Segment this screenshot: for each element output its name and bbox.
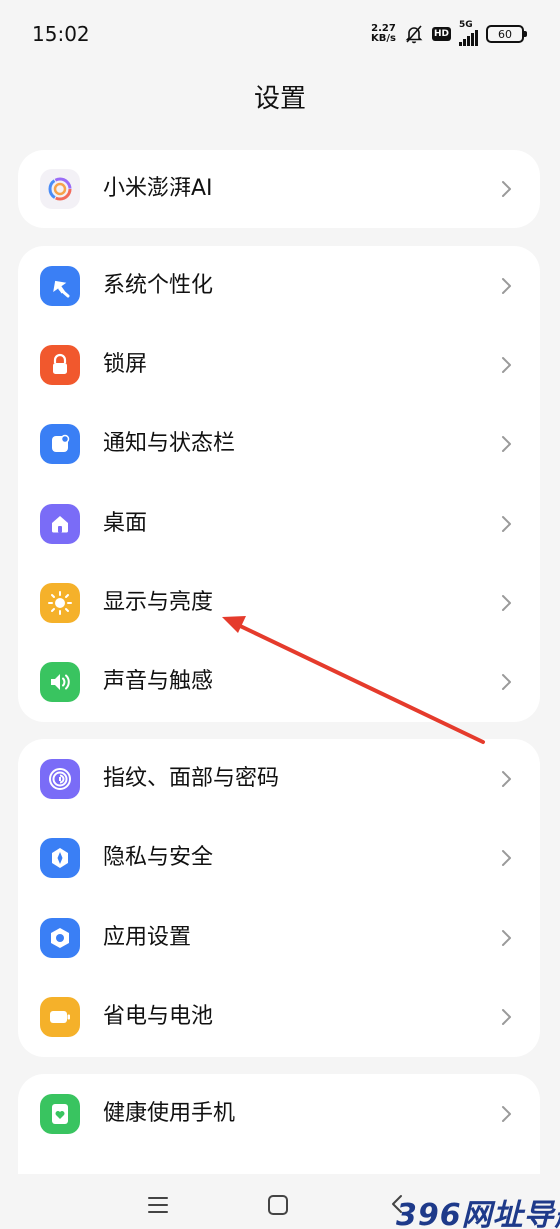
chevron-right-icon <box>502 516 511 532</box>
page-title: 设置 <box>253 84 306 114</box>
sound-icon <box>40 662 80 702</box>
lock-icon <box>40 345 80 385</box>
settings-item-display-brightness[interactable]: 显示与亮度 <box>18 563 540 643</box>
settings-item-battery[interactable]: 省电与电池 <box>18 977 540 1057</box>
signal-icon: 5G <box>459 20 478 46</box>
chevron-right-icon <box>502 357 511 373</box>
settings-card-personalization: 系统个性化 锁屏 通知与状态栏 桌面 显示与亮度 声音与触感 <box>18 246 540 722</box>
settings-item-privacy-security[interactable]: 隐私与安全 <box>18 818 540 898</box>
settings-item-label: 隐私与安全 <box>103 845 214 870</box>
settings-item-label: 应用设置 <box>103 925 192 950</box>
chevron-right-icon <box>502 436 511 452</box>
settings-item-label: 声音与触感 <box>103 669 214 694</box>
settings-item-home-screen[interactable]: 桌面 <box>18 484 540 564</box>
settings-item-label: 省电与电池 <box>103 1004 214 1029</box>
settings-card-ai: 小米澎湃AI <box>18 150 540 228</box>
status-time: 15:02 <box>32 22 90 46</box>
settings-item-label: 锁屏 <box>103 352 148 377</box>
status-icons: 2.27 KB/s HD 5G 60 <box>371 20 527 46</box>
chevron-right-icon <box>502 930 511 946</box>
notification-icon <box>40 424 80 464</box>
settings-item-label: 桌面 <box>103 511 148 536</box>
brightness-icon <box>40 583 80 623</box>
home-button-icon[interactable] <box>266 1193 290 1217</box>
status-bar: 15:02 2.27 KB/s HD 5G 60 <box>0 0 560 70</box>
settings-item-label: 健康使用手机 <box>103 1101 236 1126</box>
settings-item-lock-screen[interactable]: 锁屏 <box>18 325 540 405</box>
watermark: 396网址导航 <box>396 1198 560 1229</box>
settings-item-label: 通知与状态栏 <box>103 431 236 456</box>
chevron-right-icon <box>502 850 511 866</box>
chevron-right-icon <box>502 278 511 294</box>
settings-item-app-settings[interactable]: 应用设置 <box>18 898 540 978</box>
chevron-right-icon <box>502 771 511 787</box>
settings-card-wellbeing: 健康使用手机 <box>18 1074 540 1174</box>
privacy-icon <box>40 838 80 878</box>
home-icon <box>40 504 80 544</box>
menu-icon[interactable] <box>146 1194 170 1216</box>
fingerprint-icon <box>40 759 80 799</box>
settings-item-label: 小米澎湃AI <box>103 176 213 201</box>
settings-item-label: 显示与亮度 <box>103 590 214 615</box>
hyperos-ai-icon <box>40 169 80 209</box>
battery-saver-icon <box>40 997 80 1037</box>
settings-card-security: 指纹、面部与密码 隐私与安全 应用设置 省电与电池 <box>18 739 540 1057</box>
digital-wellbeing-icon <box>40 1094 80 1134</box>
chevron-right-icon <box>502 181 511 197</box>
settings-item-hyperos-ai[interactable]: 小米澎湃AI <box>18 149 540 229</box>
settings-item-notifications[interactable]: 通知与状态栏 <box>18 404 540 484</box>
chevron-right-icon <box>502 1009 511 1025</box>
hd-badge: HD <box>431 27 451 41</box>
settings-item-digital-wellbeing[interactable]: 健康使用手机 <box>18 1074 540 1154</box>
settings-item-personalization[interactable]: 系统个性化 <box>18 246 540 326</box>
chevron-right-icon <box>502 1106 511 1122</box>
personalization-icon <box>40 266 80 306</box>
settings-item-sound-haptics[interactable]: 声音与触感 <box>18 642 540 722</box>
battery-icon: 60 <box>486 25 527 43</box>
app-settings-icon <box>40 918 80 958</box>
mute-bell-icon <box>405 25 423 44</box>
chevron-right-icon <box>502 674 511 690</box>
network-speed: 2.27 KB/s <box>371 23 396 44</box>
chevron-right-icon <box>502 595 511 611</box>
settings-item-label: 指纹、面部与密码 <box>103 766 280 791</box>
settings-item-label: 系统个性化 <box>103 273 214 298</box>
settings-item-fingerprint-face-password[interactable]: 指纹、面部与密码 <box>18 739 540 819</box>
